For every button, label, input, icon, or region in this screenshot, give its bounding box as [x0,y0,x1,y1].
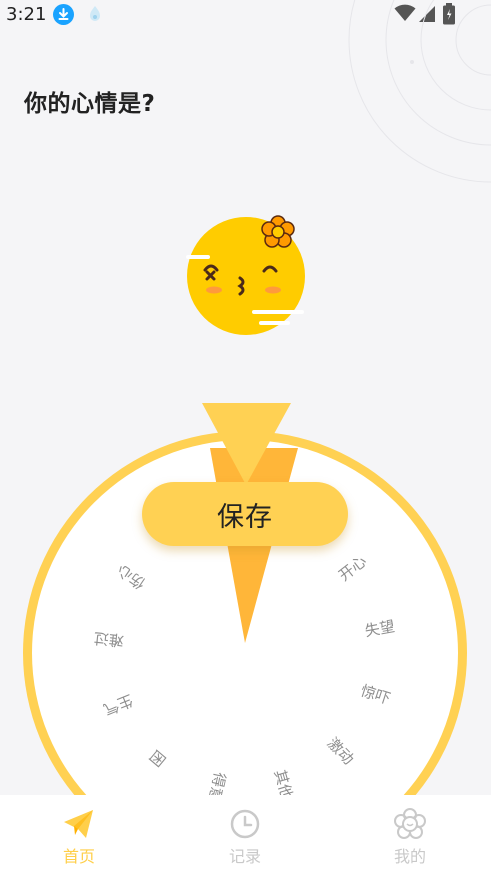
flower-icon [393,807,427,841]
nav-label-home: 首页 [62,847,95,866]
save-button[interactable]: 保存 [142,482,348,546]
wheel-mood-label[interactable]: 难过 [93,629,125,650]
nav-label-records: 记录 [228,847,261,866]
paper-plane-icon [62,807,96,841]
bottom-nav: 首页 记录 我的 [0,795,491,879]
nav-item-profile[interactable]: 我的 [350,795,470,867]
nav-item-home[interactable]: 首页 [19,795,139,867]
nav-label-profile: 我的 [393,847,426,866]
clock-icon [228,807,262,841]
download-icon [53,4,74,25]
mood-face-image [184,210,312,340]
app-notification-icon [86,4,104,24]
status-time: 3:21 [6,4,47,25]
page-title: 你的心情是? [24,91,156,117]
nav-item-records[interactable]: 记录 [185,795,305,867]
decorative-rings [320,0,491,190]
